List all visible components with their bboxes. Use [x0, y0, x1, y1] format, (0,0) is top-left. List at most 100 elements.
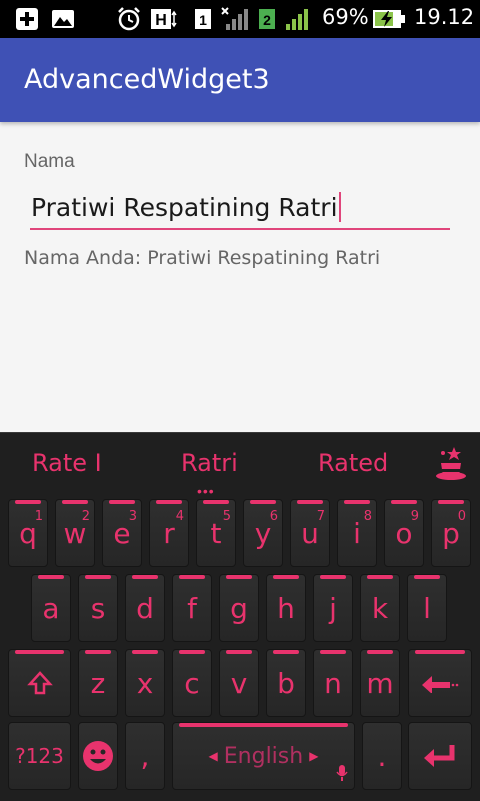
language-left-arrow-icon: ◀: [208, 749, 218, 763]
language-right-arrow-icon: ▶: [309, 749, 319, 763]
key-label: z: [90, 666, 106, 700]
magic-hat-icon[interactable]: [434, 445, 468, 483]
key-j[interactable]: j: [313, 574, 353, 642]
key-x[interactable]: x: [125, 649, 165, 717]
symbols-key[interactable]: ?123: [8, 722, 71, 790]
space-key[interactable]: ◀ English ▶: [172, 722, 355, 790]
key-f[interactable]: f: [172, 574, 212, 642]
key-label: b: [277, 666, 295, 700]
comma-key[interactable]: ,: [125, 722, 165, 790]
name-input[interactable]: Pratiwi Respatining Ratri: [30, 192, 450, 230]
key-z[interactable]: z: [78, 649, 118, 717]
enter-icon: [424, 745, 455, 767]
shift-icon: [26, 671, 53, 695]
key-q[interactable]: q1: [8, 499, 48, 567]
name-label: Nama: [24, 151, 75, 172]
key-number-hint: 1: [34, 509, 43, 524]
key-number-hint: 9: [410, 509, 419, 524]
name-output: Nama Anda: Pratiwi Respatining Ratri: [24, 247, 381, 269]
key-s[interactable]: s: [78, 574, 118, 642]
key-w[interactable]: w2: [55, 499, 95, 567]
add-icon: [14, 6, 40, 32]
text-cursor: [338, 192, 341, 222]
enter-key[interactable]: [408, 722, 472, 790]
key-n[interactable]: n: [313, 649, 353, 717]
sim1-icon: 1: [192, 6, 214, 32]
key-h[interactable]: h: [266, 574, 306, 642]
key-label: j: [329, 591, 337, 625]
key-label: x: [136, 666, 154, 700]
key-label: c: [184, 666, 200, 700]
key-m[interactable]: m: [360, 649, 400, 717]
alarm-icon: [116, 6, 142, 32]
key-y[interactable]: y6: [243, 499, 283, 567]
key-label: v: [230, 666, 248, 700]
sim2-icon: 2: [256, 6, 278, 32]
period-key-label: .: [377, 739, 387, 773]
key-number-hint: 0: [457, 509, 466, 524]
battery-percent: 69%: [322, 5, 369, 29]
signal-muted-icon: [218, 6, 248, 32]
key-d[interactable]: d: [125, 574, 165, 642]
key-g[interactable]: g: [219, 574, 259, 642]
battery-charging-icon: [372, 6, 406, 32]
key-k[interactable]: k: [360, 574, 400, 642]
key-o[interactable]: o9: [384, 499, 424, 567]
emoji-key[interactable]: [78, 722, 118, 790]
h-network-icon: H: [150, 6, 178, 32]
key-label: a: [42, 591, 60, 625]
comma-key-label: ,: [140, 739, 150, 773]
status-bar: H 1 2 69% 19.12: [0, 0, 480, 38]
key-number-hint: 6: [269, 509, 278, 524]
backspace-icon: [422, 676, 459, 693]
name-input-value: Pratiwi Respatining Ratri: [31, 193, 338, 222]
key-e[interactable]: e3: [102, 499, 142, 567]
key-r[interactable]: r4: [149, 499, 189, 567]
clock: 19.12: [414, 5, 475, 29]
key-i[interactable]: i8: [337, 499, 377, 567]
suggestion-more-dots: •••: [197, 483, 215, 499]
soft-keyboard: Rate I Ratri Rated ••• ?123 , ◀ English …: [0, 432, 480, 801]
image-icon: [50, 6, 76, 32]
key-l[interactable]: l: [407, 574, 447, 642]
key-label: l: [423, 591, 431, 625]
svg-text:2: 2: [263, 12, 271, 28]
key-label: f: [187, 591, 197, 625]
key-u[interactable]: u7: [290, 499, 330, 567]
suggestion-2[interactable]: Ratri: [181, 449, 238, 477]
period-key[interactable]: .: [362, 722, 402, 790]
key-a[interactable]: a: [31, 574, 71, 642]
key-c[interactable]: c: [172, 649, 212, 717]
key-label: d: [136, 591, 154, 625]
key-label: m: [366, 666, 394, 700]
key-v[interactable]: v: [219, 649, 259, 717]
key-label: g: [230, 591, 248, 625]
key-number-hint: 5: [222, 509, 231, 524]
svg-text:H: H: [155, 12, 167, 29]
key-label: s: [90, 591, 106, 625]
space-language-label: English: [223, 743, 304, 769]
key-label: i: [353, 516, 361, 550]
backspace-key[interactable]: [408, 649, 472, 717]
app-title: AdvancedWidget3: [24, 64, 270, 95]
key-number-hint: 3: [128, 509, 137, 524]
smiley-icon: [83, 741, 113, 771]
key-label: t: [210, 516, 222, 550]
key-label: k: [371, 591, 389, 625]
key-p[interactable]: p0: [431, 499, 471, 567]
key-t[interactable]: t5: [196, 499, 236, 567]
key-b[interactable]: b: [266, 649, 306, 717]
key-number-hint: 7: [316, 509, 325, 524]
microphone-icon: [336, 765, 348, 781]
shift-key[interactable]: [8, 649, 71, 717]
signal-icon: [284, 6, 314, 32]
key-label: n: [324, 666, 342, 700]
app-bar: AdvancedWidget3: [0, 38, 480, 122]
key-label: r: [163, 516, 175, 550]
key-number-hint: 2: [81, 509, 90, 524]
symbols-key-label: ?123: [15, 744, 64, 768]
suggestion-3[interactable]: Rated: [318, 449, 388, 477]
svg-text:1: 1: [199, 12, 207, 28]
suggestion-1[interactable]: Rate I: [32, 449, 102, 477]
key-label: h: [277, 591, 295, 625]
